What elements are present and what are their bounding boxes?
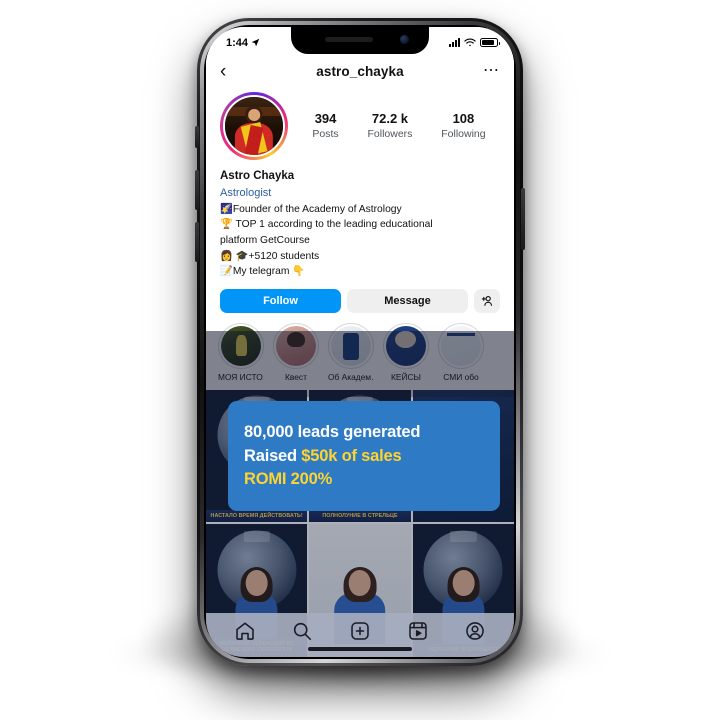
- power-button[interactable]: [521, 188, 525, 250]
- volume-up-button[interactable]: [195, 170, 199, 210]
- highlight-ring: [218, 322, 264, 369]
- status-bar-right: [449, 38, 500, 47]
- post-person-head: [348, 569, 372, 597]
- highlight-item[interactable]: КЕЙСЫ: [383, 322, 429, 382]
- earpiece-speaker: [325, 37, 373, 42]
- bio-line-5[interactable]: 📝My telegram 👇: [220, 264, 500, 280]
- profile-stats: 394 Posts 72.2 k Followers 108 Following: [288, 110, 500, 141]
- highlight-cover: [441, 325, 481, 366]
- bio-line-3: platform GetCourse: [220, 235, 310, 247]
- status-bar-time: 1:44: [226, 36, 249, 49]
- highlight-ring: [328, 322, 374, 369]
- highlight-cover: [276, 325, 316, 366]
- stat-followers[interactable]: 72.2 k Followers: [367, 110, 412, 141]
- profile-icon[interactable]: [464, 620, 486, 642]
- more-options-icon[interactable]: ⋯: [480, 63, 500, 79]
- location-arrow-icon: [251, 38, 260, 47]
- highlight-label: СМИ обо: [443, 371, 479, 382]
- profile-bio: Astro Chayka Astrologist 🌠Founder of the…: [206, 160, 514, 280]
- front-camera: [400, 35, 409, 44]
- promo-line-3: ROMI 200%: [244, 470, 333, 489]
- highlight-ring: [273, 322, 319, 369]
- post-person-head: [245, 569, 268, 597]
- stat-posts-label: Posts: [312, 127, 339, 140]
- app-navbar: ‹ astro_chayka ⋯: [206, 54, 514, 88]
- silent-switch[interactable]: [195, 126, 199, 148]
- stat-following[interactable]: 108 Following: [441, 110, 485, 141]
- search-icon[interactable]: [291, 620, 313, 642]
- post-person-head: [452, 569, 475, 597]
- highlight-label: Об Академ…: [328, 371, 374, 382]
- post-logo-badge: [243, 531, 270, 542]
- stat-posts[interactable]: 394 Posts: [312, 110, 338, 141]
- stat-following-label: Following: [441, 127, 486, 140]
- reels-icon[interactable]: [407, 620, 429, 642]
- back-icon[interactable]: ‹: [220, 62, 240, 81]
- promo-line-2: Raised $50k of sales: [244, 446, 484, 466]
- cellular-signal-icon: [449, 38, 460, 47]
- profile-display-name: Astro Chayka: [220, 170, 295, 182]
- stat-following-value: 108: [452, 111, 475, 127]
- bio-line-1: 🌠Founder of the Academy of Astrology: [220, 203, 402, 215]
- volume-down-button[interactable]: [195, 222, 199, 262]
- promo-line-1: 80,000 leads generated: [244, 423, 421, 442]
- post-logo-badge: [450, 531, 477, 542]
- story-highlights: МОЯ ИСТО… Квест Об Академ… КЕЙСЫ СМИ обо: [206, 313, 514, 382]
- promo-line-2-highlight: $50k of sales: [301, 446, 402, 465]
- bio-line-2: 🏆 TOP 1 according to the leading educati…: [220, 219, 433, 231]
- add-person-button[interactable]: [474, 288, 500, 313]
- highlight-ring: [438, 322, 484, 369]
- add-person-icon: [481, 295, 492, 306]
- highlight-cover: [331, 325, 371, 366]
- phone-screen: ‹ astro_chayka ⋯ 394 Posts 72.2 k Follow…: [206, 27, 514, 657]
- avatar[interactable]: [223, 95, 285, 157]
- post-caption: НАСТАЛО ВРЕМЯ ДЕЙСТВОВАТЬ!: [206, 509, 308, 523]
- highlight-ring: [383, 322, 429, 369]
- add-post-icon[interactable]: [349, 620, 371, 642]
- home-indicator: [308, 647, 412, 651]
- highlight-label: КЕЙСЫ: [391, 371, 421, 382]
- highlight-item[interactable]: Об Академ…: [328, 322, 374, 382]
- stat-followers-label: Followers: [367, 127, 413, 140]
- follow-button[interactable]: Follow: [220, 288, 341, 313]
- avatar-story-ring[interactable]: [220, 92, 288, 160]
- battery-icon: [480, 38, 500, 47]
- highlight-label: Квест: [285, 371, 307, 382]
- profile-category: Astrologist: [220, 187, 272, 200]
- stat-posts-value: 394: [314, 111, 337, 127]
- highlight-cover: [221, 325, 261, 366]
- profile-action-buttons: Follow Message: [206, 280, 514, 313]
- status-bar-left: 1:44: [226, 37, 260, 49]
- highlight-item[interactable]: СМИ обо: [438, 322, 484, 382]
- avatar-face: [248, 109, 260, 121]
- profile-header: 394 Posts 72.2 k Followers 108 Following: [206, 88, 514, 160]
- message-button[interactable]: Message: [347, 288, 468, 313]
- page-title: astro_chayka: [316, 63, 404, 79]
- home-icon[interactable]: [234, 620, 256, 642]
- stat-followers-value: 72.2 k: [371, 111, 409, 127]
- wifi-icon: [464, 38, 476, 47]
- highlight-cover: [386, 325, 426, 366]
- promo-line-2-plain: Raised: [244, 446, 302, 465]
- promo-card: 80,000 leads generated Raised $50k of sa…: [228, 401, 500, 511]
- device-notch: [291, 27, 429, 54]
- instagram-profile-app: ‹ astro_chayka ⋯ 394 Posts 72.2 k Follow…: [206, 27, 514, 657]
- post-caption: ПОЛНОЛУНИЕ В СТРЕЛЬЦЕ: [309, 509, 411, 523]
- highlight-item[interactable]: Квест: [273, 322, 319, 382]
- bio-line-4: 👩 🎓+5120 students: [220, 250, 320, 262]
- highlight-item[interactable]: МОЯ ИСТО…: [218, 322, 264, 382]
- highlight-label: МОЯ ИСТО…: [218, 371, 264, 382]
